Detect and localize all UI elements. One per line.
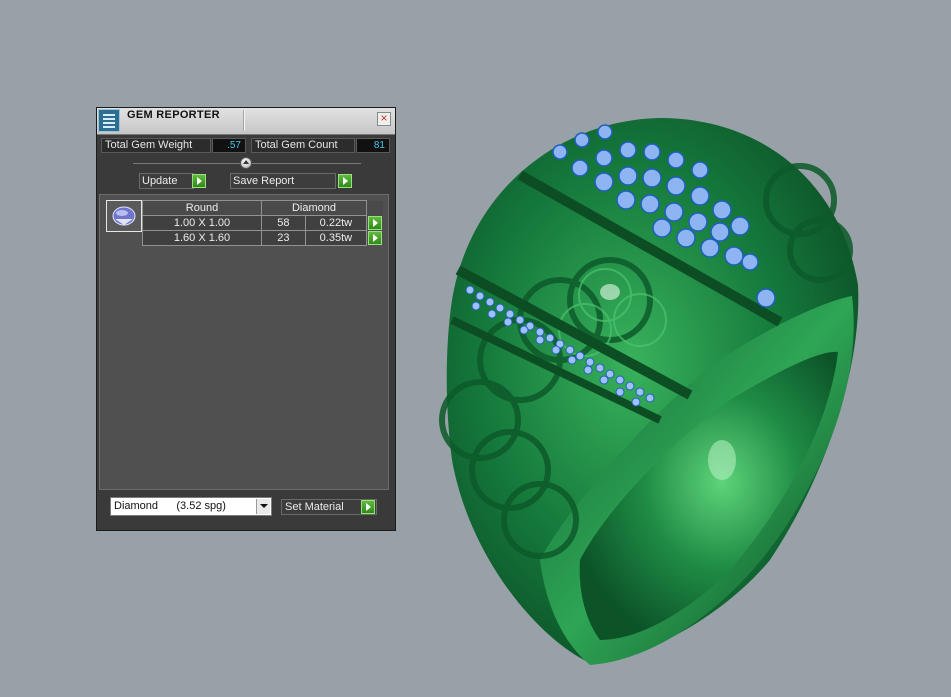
gem-reporter-panel: GEM REPORTER × Total Gem Weight .57 Tota… [96,107,396,531]
panel-titlebar[interactable]: GEM REPORTER × [97,108,395,135]
row-go-icon[interactable] [368,230,382,245]
total-gem-count-label: Total Gem Count [251,138,355,153]
slider-handle[interactable] [240,157,252,169]
update-button[interactable]: Update [139,173,194,189]
round-gem-thumbnail[interactable] [106,200,142,232]
material-select[interactable]: Diamond (3.52 spg) [110,497,272,516]
total-gem-weight-label: Total Gem Weight [101,138,211,153]
gem-weight-cell: 0.35tw [304,230,368,246]
table-row[interactable]: 1.60 X 1.60 23 0.35tw [142,230,384,246]
gem-count-cell: 23 [261,230,306,246]
gem-count-cell: 58 [261,215,306,231]
update-button-label: Update [142,175,178,187]
col-shape-header: Round [142,200,262,216]
table-row[interactable]: 1.00 X 1.00 58 0.22tw [142,215,384,231]
panel-title: GEM REPORTER [127,109,220,121]
row-go-icon[interactable] [368,215,382,230]
save-report-button[interactable]: Save Report [230,173,336,189]
gem-table-header: Round Diamond [142,200,384,216]
col-material-header: Diamond [261,200,367,216]
set-material-button-label: Set Material [285,501,344,513]
save-report-button-label: Save Report [233,175,295,187]
gem-weight-cell: 0.22tw [304,215,368,231]
material-select-value: Diamond (3.52 spg) [114,500,226,512]
gem-reporter-icon [98,109,120,132]
total-gem-weight-value: .57 [212,138,246,153]
gem-table: Round Diamond 1.00 X 1.00 58 0.22tw 1.60… [142,200,384,246]
total-gem-count-value: 81 [356,138,390,153]
update-go-icon[interactable] [192,174,206,188]
close-icon[interactable]: × [377,112,391,126]
gem-size-cell: 1.00 X 1.00 [142,215,262,231]
set-material-go-icon[interactable] [361,500,375,514]
round-gem-icon [112,206,136,226]
3d-viewport[interactable]: GEM REPORTER × Total Gem Weight .57 Tota… [0,0,951,697]
title-divider [243,110,245,131]
save-report-go-icon[interactable] [338,174,352,188]
gem-size-cell: 1.60 X 1.60 [142,230,262,246]
chevron-down-icon[interactable] [256,499,270,514]
